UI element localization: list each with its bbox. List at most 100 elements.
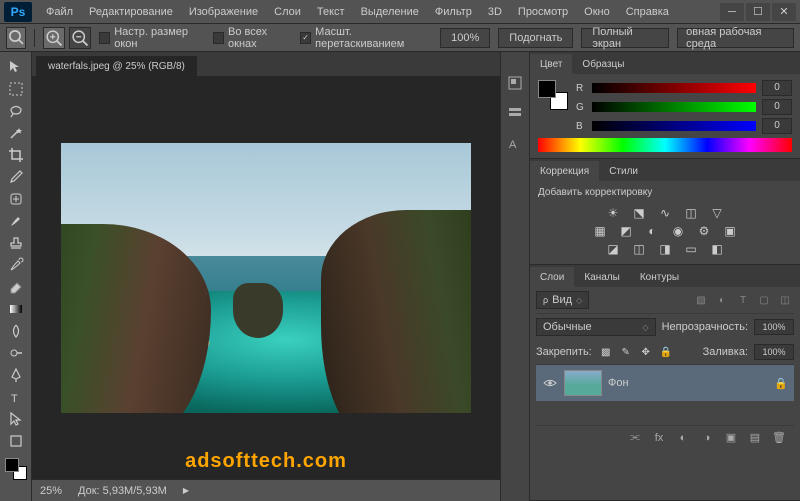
link-layers-icon[interactable]: ⫘ — [626, 430, 644, 446]
visibility-icon[interactable] — [542, 375, 558, 391]
layer-lock-icon[interactable]: 🔒 — [774, 377, 788, 390]
dodge-tool[interactable] — [3, 342, 29, 364]
color-lookup-icon[interactable]: ▣ — [720, 222, 740, 240]
zoom-in-icon[interactable] — [43, 27, 65, 49]
invert-icon[interactable]: ◪ — [603, 240, 623, 258]
channel-mixer-icon[interactable]: ⚙ — [694, 222, 714, 240]
fit-screen-button[interactable]: Подогнать — [498, 28, 573, 48]
new-layer-icon[interactable]: ▤ — [746, 430, 764, 446]
foreground-background-swatch[interactable] — [3, 456, 29, 482]
zoom-tool-icon[interactable] — [6, 27, 26, 49]
tab-swatches[interactable]: Образцы — [572, 54, 634, 74]
tab-paths[interactable]: Контуры — [630, 267, 689, 287]
eraser-tool[interactable] — [3, 276, 29, 298]
brightness-icon[interactable]: ☀ — [603, 204, 623, 222]
lasso-tool[interactable] — [3, 100, 29, 122]
photo-filter-icon[interactable]: ◉ — [668, 222, 688, 240]
character-panel-icon[interactable]: A — [504, 132, 526, 154]
menu-text[interactable]: Текст — [309, 0, 353, 23]
menu-3d[interactable]: 3D — [480, 0, 510, 23]
filter-type-icon[interactable]: T — [734, 292, 752, 308]
layer-thumbnail[interactable] — [564, 370, 602, 396]
g-slider[interactable] — [592, 102, 756, 112]
zoom-100-button[interactable]: 100% — [440, 28, 490, 48]
resize-windows-checkbox[interactable]: Настр. размер окон — [99, 26, 205, 50]
healing-brush-tool[interactable] — [3, 188, 29, 210]
menu-layer[interactable]: Слои — [266, 0, 309, 23]
layer-row[interactable]: Фон 🔒 — [536, 365, 794, 401]
lock-pixels-icon[interactable]: ✎ — [618, 345, 634, 359]
exposure-icon[interactable]: ◫ — [681, 204, 701, 222]
tab-layers[interactable]: Слои — [530, 267, 574, 287]
menu-filter[interactable]: Фильтр — [427, 0, 480, 23]
menu-select[interactable]: Выделение — [353, 0, 427, 23]
vibrance-icon[interactable]: ▽ — [707, 204, 727, 222]
menu-edit[interactable]: Редактирование — [81, 0, 181, 23]
menu-view[interactable]: Просмотр — [510, 0, 576, 23]
lock-all-icon[interactable]: 🔒 — [658, 345, 674, 359]
color-swatch[interactable] — [538, 80, 568, 110]
layer-fx-icon[interactable]: fx — [650, 430, 668, 446]
g-value[interactable]: 0 — [762, 99, 792, 115]
stamp-tool[interactable] — [3, 232, 29, 254]
minimize-button[interactable]: ─ — [720, 3, 744, 21]
zoom-out-icon[interactable] — [69, 27, 91, 49]
r-slider[interactable] — [592, 83, 756, 93]
eyedropper-tool[interactable] — [3, 166, 29, 188]
properties-panel-icon[interactable] — [504, 102, 526, 124]
crop-tool[interactable] — [3, 144, 29, 166]
menu-help[interactable]: Справка — [618, 0, 677, 23]
gradient-map-icon[interactable]: ▭ — [681, 240, 701, 258]
color-spectrum[interactable] — [538, 138, 792, 152]
canvas[interactable]: adsofttech.com — [32, 76, 500, 479]
layer-mask-icon[interactable]: ◐ — [674, 430, 692, 446]
magic-wand-tool[interactable] — [3, 122, 29, 144]
all-windows-checkbox[interactable]: Во всех окнах — [213, 26, 292, 50]
filter-shape-icon[interactable]: ▢ — [755, 292, 773, 308]
bw-icon[interactable]: ◐ — [642, 222, 662, 240]
scrubby-zoom-checkbox[interactable]: ✓Масшт. перетаскиванием — [300, 26, 432, 50]
brush-tool[interactable] — [3, 210, 29, 232]
marquee-tool[interactable] — [3, 78, 29, 100]
filter-pixel-icon[interactable]: ▧ — [692, 292, 710, 308]
posterize-icon[interactable]: ◫ — [629, 240, 649, 258]
gradient-tool[interactable] — [3, 298, 29, 320]
tab-color[interactable]: Цвет — [530, 54, 572, 74]
filter-adjust-icon[interactable]: ◐ — [713, 292, 731, 308]
new-fill-icon[interactable]: ◑ — [698, 430, 716, 446]
maximize-button[interactable]: ☐ — [746, 3, 770, 21]
tab-styles[interactable]: Стили — [599, 161, 648, 181]
status-zoom[interactable]: 25% — [40, 485, 62, 497]
b-value[interactable]: 0 — [762, 118, 792, 134]
opacity-value[interactable]: 100% — [754, 319, 794, 335]
menu-file[interactable]: Файл — [38, 0, 81, 23]
menu-image[interactable]: Изображение — [181, 0, 266, 23]
menu-window[interactable]: Окно — [576, 0, 618, 23]
history-brush-tool[interactable] — [3, 254, 29, 276]
workspace-dropdown[interactable]: овная рабочая среда — [677, 28, 794, 48]
threshold-icon[interactable]: ◨ — [655, 240, 675, 258]
filter-smart-icon[interactable]: ◫ — [776, 292, 794, 308]
levels-icon[interactable]: ⬔ — [629, 204, 649, 222]
new-group-icon[interactable]: ▣ — [722, 430, 740, 446]
delete-layer-icon[interactable]: 🗑 — [770, 430, 788, 446]
path-select-tool[interactable] — [3, 408, 29, 430]
tab-adjustments[interactable]: Коррекция — [530, 161, 599, 181]
layer-filter-dropdown[interactable]: ρВид◇ — [536, 291, 589, 309]
b-slider[interactable] — [592, 121, 756, 131]
lock-position-icon[interactable]: ✥ — [638, 345, 654, 359]
layer-name[interactable]: Фон — [608, 377, 629, 389]
shape-tool[interactable] — [3, 430, 29, 452]
move-tool[interactable] — [3, 56, 29, 78]
blend-mode-dropdown[interactable]: Обычные◇ — [536, 318, 656, 336]
hue-sat-icon[interactable]: ▦ — [590, 222, 610, 240]
fill-value[interactable]: 100% — [754, 344, 794, 360]
r-value[interactable]: 0 — [762, 80, 792, 96]
fullscreen-button[interactable]: Полный экран — [581, 28, 669, 48]
color-balance-icon[interactable]: ◩ — [616, 222, 636, 240]
document-tab[interactable]: waterfals.jpeg @ 25% (RGB/8) — [36, 56, 197, 76]
pen-tool[interactable] — [3, 364, 29, 386]
lock-transparent-icon[interactable]: ▩ — [598, 345, 614, 359]
curves-icon[interactable]: ∿ — [655, 204, 675, 222]
selective-color-icon[interactable]: ◧ — [707, 240, 727, 258]
